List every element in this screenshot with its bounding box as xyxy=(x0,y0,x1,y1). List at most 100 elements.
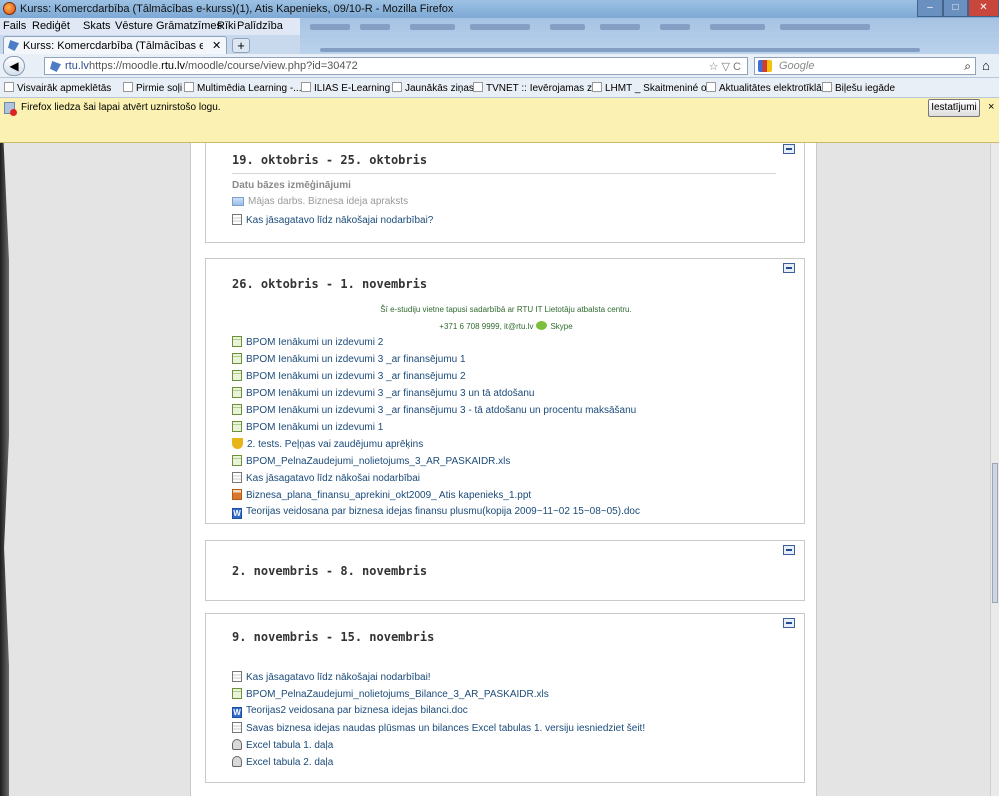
course-resource-link[interactable]: BPOM Ienākumi un izdevumi 3 _ar finansēj… xyxy=(232,370,466,382)
menu-help[interactable]: Palīdzība xyxy=(237,20,283,32)
bookmark-multimedia-learning[interactable]: Multimēdia Learning -... xyxy=(184,82,302,94)
menu-tools[interactable]: Rīki xyxy=(217,20,236,32)
menu-bookmarks[interactable]: Grāmatzīmes xyxy=(156,20,222,32)
bookmark-icon xyxy=(592,82,602,92)
course-resource-link[interactable]: BPOM Ienākumi un izdevumi 3 _ar finansēj… xyxy=(232,404,636,416)
address-bar[interactable]: rtu.lv https://moodle.rtu.lv/moodle/cour… xyxy=(44,57,748,75)
tab-label: Kurss: Komercdarbība (Tālmācības e-kur..… xyxy=(23,40,203,52)
notification-message: Firefox liedza šai lapai atvērt uznirsto… xyxy=(21,102,221,113)
quiz-icon xyxy=(232,438,243,449)
collapse-section-icon[interactable] xyxy=(783,545,795,555)
course-resource-link[interactable]: BPOM Ienākumi un izdevumi 2 xyxy=(232,336,383,348)
course-resource-link[interactable]: Biznesa_plana_finansu_aprekini_okt2009_ … xyxy=(232,489,531,501)
page-icon xyxy=(232,671,242,682)
support-contact: +371 6 708 9999, it@rtu.lv Skype xyxy=(439,321,573,331)
firefox-icon xyxy=(3,2,16,15)
bookmark-lhmt[interactable]: LHMT _ Skaitmeniné o... xyxy=(592,82,715,94)
page-icon xyxy=(232,722,242,733)
course-resource-link[interactable]: Kas jāsagatavo līdz nākošajai nodarbībai… xyxy=(232,214,433,226)
tab-close-icon[interactable]: ✕ xyxy=(212,39,221,52)
bookmark-electricity-news[interactable]: Aktualitātes elektrotīklā xyxy=(706,82,822,94)
site-identity-label[interactable]: rtu.lv xyxy=(65,60,89,72)
spreadsheet-icon xyxy=(232,387,242,398)
bookmark-icon xyxy=(822,82,832,92)
page-icon xyxy=(232,214,242,225)
bookmark-icon xyxy=(301,82,311,92)
notification-options-button[interactable]: Iestatījumi xyxy=(928,99,980,117)
assignment-link[interactable]: Savas biznesa idejas naudas plūsmas un b… xyxy=(232,722,645,734)
navigation-bar: ◀ rtu.lv https://moodle.rtu.lv/moodle/co… xyxy=(0,54,999,78)
course-resource-link[interactable]: BPOM Ienākumi un izdevumi 3 _ar finansēj… xyxy=(232,387,535,399)
course-resource-link[interactable]: W Teorijas2 veidosana par biznesa idejas … xyxy=(232,705,468,718)
course-page: 19. oktobris - 25. oktobris Datu bāzes i… xyxy=(190,143,817,796)
close-window-button[interactable]: ✕ xyxy=(968,0,999,17)
spreadsheet-icon xyxy=(232,455,242,466)
spreadsheet-icon xyxy=(232,336,242,347)
bookmark-icon xyxy=(4,82,14,92)
course-resource-link[interactable]: BPOM_PelnaZaudejumi_nolietojums_Bilance_… xyxy=(232,688,549,700)
course-section: 19. oktobris - 25. oktobris Datu bāzes i… xyxy=(205,143,805,243)
notification-close-icon[interactable]: × xyxy=(988,101,994,113)
section-heading: 9. novembris - 15. novembris xyxy=(232,630,435,644)
search-box[interactable]: Google ⌕ xyxy=(754,57,976,75)
bookmark-icon xyxy=(184,82,194,92)
bookmark-icon xyxy=(392,82,402,92)
site-identity-icon[interactable] xyxy=(50,61,61,72)
course-resource-link[interactable]: Kas jāsagatavo līdz nākošajai nodarbībai… xyxy=(232,671,431,683)
section-divider xyxy=(232,173,776,174)
powerpoint-icon xyxy=(232,489,242,500)
back-button[interactable]: ◀ xyxy=(3,56,25,76)
popup-blocked-icon xyxy=(4,102,17,116)
spreadsheet-icon xyxy=(232,421,242,432)
search-placeholder: Google xyxy=(779,60,815,72)
tab-active[interactable]: Kurss: Komercdarbība (Tālmācības e-kur..… xyxy=(3,36,227,54)
bookmarks-toolbar: Visvairāk apmeklētās Pirmie soļi Multimē… xyxy=(0,78,999,98)
assignment-link[interactable]: Excel tabula 2. daļa xyxy=(232,756,333,768)
bookmark-ilias[interactable]: ILIAS E-Learning xyxy=(301,82,390,94)
new-tab-button[interactable]: + xyxy=(232,38,250,53)
spreadsheet-icon xyxy=(232,404,242,415)
course-section: 2. novembris - 8. novembris xyxy=(205,540,805,601)
bookmark-tvnet[interactable]: TVNET :: Ievērojamas z... xyxy=(473,82,600,94)
bookmark-icon xyxy=(123,82,133,92)
menu-history[interactable]: Vēsture xyxy=(115,20,153,32)
menu-edit[interactable]: Rediģēt xyxy=(32,20,70,32)
course-resource-link[interactable]: BPOM Ienākumi un izdevumi 3 _ar finansēj… xyxy=(232,353,466,365)
search-icon[interactable]: ⌕ xyxy=(964,59,971,74)
bookmark-most-visited[interactable]: Visvairāk apmeklētās xyxy=(4,82,111,94)
collapse-section-icon[interactable] xyxy=(783,144,795,154)
popup-blocked-notification: Firefox liedza šai lapai atvērt uznirsto… xyxy=(0,98,999,143)
menu-view[interactable]: Skats xyxy=(83,20,111,32)
course-resource-link[interactable]: BPOM_PelnaZaudejumi_nolietojums_3_AR_PAS… xyxy=(232,455,510,467)
title-bar: Kurss: Komercdarbība (Tālmācības e-kurss… xyxy=(0,0,999,18)
course-resource-link[interactable]: BPOM Ienākumi un izdevumi 1 xyxy=(232,421,383,433)
course-resource-link[interactable]: W Teorijas veidosana par biznesa idejas f… xyxy=(232,506,640,519)
search-engine-icon[interactable] xyxy=(758,60,772,72)
course-resource-link[interactable]: Kas jāsagatavo līdz nākošai nodarbībai xyxy=(232,472,420,484)
quiz-link[interactable]: 2. tests. Peļņas vai zaudējumu aprēķins xyxy=(232,438,423,450)
menu-file[interactable]: Fails xyxy=(3,20,26,32)
upload-icon xyxy=(232,756,242,767)
maximize-button[interactable]: □ xyxy=(943,0,968,17)
home-icon[interactable]: ⌂ xyxy=(982,58,990,73)
spreadsheet-icon xyxy=(232,353,242,364)
url-text[interactable]: https://moodle.rtu.lv/moodle/course/view… xyxy=(89,60,358,72)
browser-window: Kurss: Komercdarbība (Tālmācības e-kurss… xyxy=(0,0,999,796)
section-heading: 26. oktobris - 1. novembris xyxy=(232,277,428,291)
course-resource-link[interactable]: Mājas darbs. Biznesa ideja apraksts xyxy=(232,196,408,207)
collapse-section-icon[interactable] xyxy=(783,618,795,628)
collapse-section-icon[interactable] xyxy=(783,263,795,273)
vertical-scrollbar[interactable] xyxy=(990,143,999,796)
word-document-icon: W xyxy=(232,707,242,718)
url-tools[interactable]: ☆ ▽ C xyxy=(709,60,741,73)
bookmark-latest-news[interactable]: Jaunākās ziņas xyxy=(392,82,474,94)
bookmark-tickets[interactable]: Biļešu iegāde xyxy=(822,82,895,94)
minimize-button[interactable]: – xyxy=(917,0,943,17)
assignment-link[interactable]: Excel tabula 1. daļa xyxy=(232,739,333,751)
section-subheading: Datu bāzes izmēģinājumi xyxy=(232,180,351,191)
skype-icon[interactable] xyxy=(536,321,548,330)
scrollbar-thumb[interactable] xyxy=(992,463,998,603)
bookmark-getting-started[interactable]: Pirmie soļi xyxy=(123,82,182,94)
bookmark-icon xyxy=(473,82,483,92)
folder-icon xyxy=(232,197,244,206)
